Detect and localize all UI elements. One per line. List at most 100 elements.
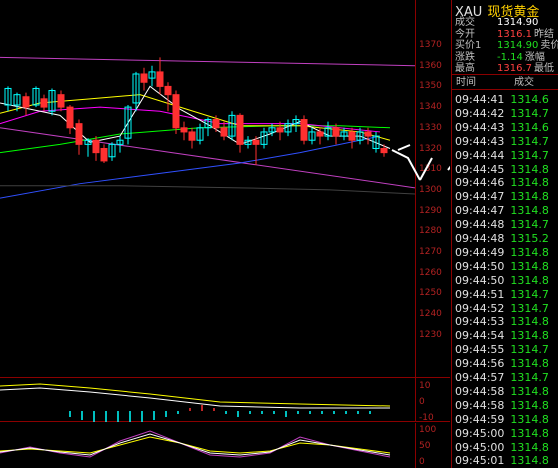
trade-time: 09:45:01: [455, 454, 505, 468]
trade-price: 1314.7: [510, 301, 549, 315]
trade-price: 1314.8: [510, 259, 549, 273]
trade-time: 09:44:50: [455, 259, 505, 273]
candle-body: [188, 131, 196, 141]
trade-price: 1315.2: [510, 232, 549, 245]
trade-time: 09:44:49: [455, 245, 505, 259]
candlestick-plot[interactable]: [0, 0, 450, 378]
trade-price: 1314.7: [510, 287, 549, 301]
trade-time: 09:44:50: [455, 273, 505, 287]
trade-row: 09:44:54 1314.8: [455, 328, 549, 343]
trade-row: 09:44:47 1314.8: [455, 203, 549, 218]
candle-body: [140, 73, 148, 83]
trade-row: 09:44:57 1314.7: [455, 370, 549, 385]
trade-price: 1314.8: [510, 329, 549, 343]
trade-row: 09:44:41 1314.6: [455, 92, 549, 107]
trade-time: 09:44:46: [455, 176, 505, 190]
trade-row: 09:44:55 1314.7: [455, 342, 549, 357]
trade-time: 09:44:57: [455, 371, 505, 384]
candle-body: [100, 148, 108, 162]
trade-time: 09:44:58: [455, 398, 505, 412]
trade-time: 09:44:43: [455, 134, 505, 148]
kdj-indicator-panel[interactable]: 100 50 0: [0, 423, 450, 468]
candlestick-chart[interactable]: 1370 1360 1350 1340 1330 1320 1310 1300 1290 1280…: [0, 0, 450, 378]
trade-price: 1314.8: [510, 190, 549, 204]
trade-time: 09:44:59: [455, 412, 505, 426]
trade-row: 09:45:01 1314.8: [455, 453, 549, 468]
candle-body: [316, 131, 324, 137]
candle-body: [172, 94, 180, 129]
candle-body: [92, 139, 100, 154]
trade-time: 09:44:48: [455, 232, 505, 245]
trade-time: 09:44:41: [455, 93, 505, 106]
candle-body: [252, 139, 260, 145]
ma120-line: [0, 135, 381, 199]
trade-row: 09:44:53 1314.8: [455, 314, 549, 329]
trade-time: 09:44:55: [455, 343, 505, 357]
annotation-arrow: [419, 157, 433, 181]
trade-time: 09:44:48: [455, 218, 505, 232]
trade-row: 09:44:45 1314.8: [455, 162, 549, 177]
trade-time: 09:44:42: [455, 106, 505, 120]
trade-time: 09:44:44: [455, 148, 505, 162]
trade-price: 1314.8: [510, 357, 549, 371]
candle-body: [180, 127, 188, 133]
trade-price: 1314.8: [510, 440, 549, 454]
trade-price: 1314.7: [510, 134, 549, 148]
trade-row: 09:44:49 1314.8: [455, 245, 549, 260]
upper-channel-line: [0, 56, 416, 67]
trade-time: 09:45:00: [455, 426, 505, 440]
candle-body: [300, 119, 308, 141]
candle-body: [156, 71, 164, 87]
candle-body: [57, 94, 65, 108]
trade-row: 09:44:43 1314.6: [455, 120, 549, 135]
trade-time: 09:44:56: [455, 357, 505, 371]
candle-body: [348, 131, 356, 141]
trade-time: 09:44:45: [455, 162, 505, 176]
trade-price: 1314.8: [510, 426, 549, 440]
trade-row: 09:45:00 1314.8: [455, 426, 549, 441]
trade-time: 09:45:00: [455, 440, 505, 454]
trade-price: 1314.8: [510, 384, 549, 398]
trade-price: 1314.8: [510, 162, 549, 176]
quote-extra-label: 昨结: [534, 28, 554, 40]
trade-time: 09:44:47: [455, 190, 505, 204]
trade-row: 09:44:56 1314.8: [455, 356, 549, 371]
annotation-arrow: [397, 144, 411, 151]
candle-body: [164, 85, 172, 96]
macd-plot: [0, 383, 391, 422]
kdj-plot: [0, 430, 391, 458]
trade-price: 1314.8: [510, 412, 549, 426]
candle-body: [220, 127, 228, 137]
trade-price: 1314.8: [510, 204, 549, 218]
trade-price: 1314.7: [510, 218, 549, 232]
trade-row: 09:44:47 1314.8: [455, 189, 549, 204]
trade-row: 09:44:59 1314.8: [455, 412, 549, 427]
trade-row: 09:44:42 1314.7: [455, 106, 549, 121]
trade-time: 09:44:43: [455, 120, 505, 134]
trade-time: 09:44:58: [455, 384, 505, 398]
trade-row: 09:44:50 1314.8: [455, 273, 549, 288]
trade-row: 09:44:51 1314.7: [455, 287, 549, 302]
trade-price: 1314.8: [510, 245, 549, 259]
trade-row: 09:44:50 1314.8: [455, 259, 549, 274]
annotation-arrow: [447, 165, 450, 171]
trade-price: 1314.7: [510, 148, 549, 162]
candle-body: [66, 106, 74, 129]
trade-row: 09:45:00 1314.8: [455, 440, 549, 455]
quote-extra-label: 最低: [534, 63, 554, 74]
candle-body: [40, 98, 48, 108]
trade-price: 1314.8: [510, 454, 549, 468]
annotation-arrow: [391, 149, 421, 181]
trade-price: 1314.8: [510, 273, 549, 287]
trade-time: 09:44:51: [455, 287, 505, 301]
candle-body: [75, 123, 83, 145]
trade-row: 09:44:48 1314.7: [455, 217, 549, 232]
candle-body: [22, 96, 30, 108]
trade-price: 1314.6: [510, 93, 549, 106]
macd-indicator-panel[interactable]: 10 0 -10: [0, 378, 450, 423]
quote-extra-label: 卖价: [540, 40, 558, 51]
quote-panel: XAU 现货黄金 成交 1314.90 今开 1316.1 昨结 买价1 1314.90 卖价涨…: [451, 0, 558, 468]
header-time: 时间: [456, 77, 476, 88]
trade-time: 09:44:54: [455, 329, 505, 343]
trade-price: 1314.7: [510, 343, 549, 357]
